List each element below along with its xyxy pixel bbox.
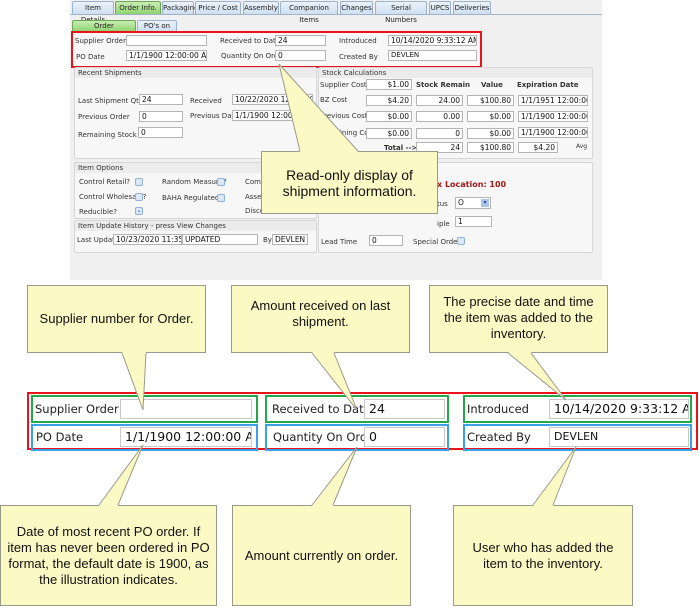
callout-shipment: Read-only display of shipment informatio… bbox=[282, 166, 417, 199]
callout-on-order: Amount currently on order. bbox=[244, 547, 399, 563]
callout-tail-supplier bbox=[122, 352, 146, 410]
callout-introduced: The precise date and time the item was a… bbox=[443, 294, 594, 341]
callout-po-date: Date of most recent PO order. If item ha… bbox=[7, 523, 210, 587]
callout-created-by: User who has added the item to the inven… bbox=[472, 539, 614, 571]
callout-supplier: Supplier number for Order. bbox=[39, 311, 194, 326]
callout-received: Amount received on last shipment. bbox=[250, 298, 391, 329]
